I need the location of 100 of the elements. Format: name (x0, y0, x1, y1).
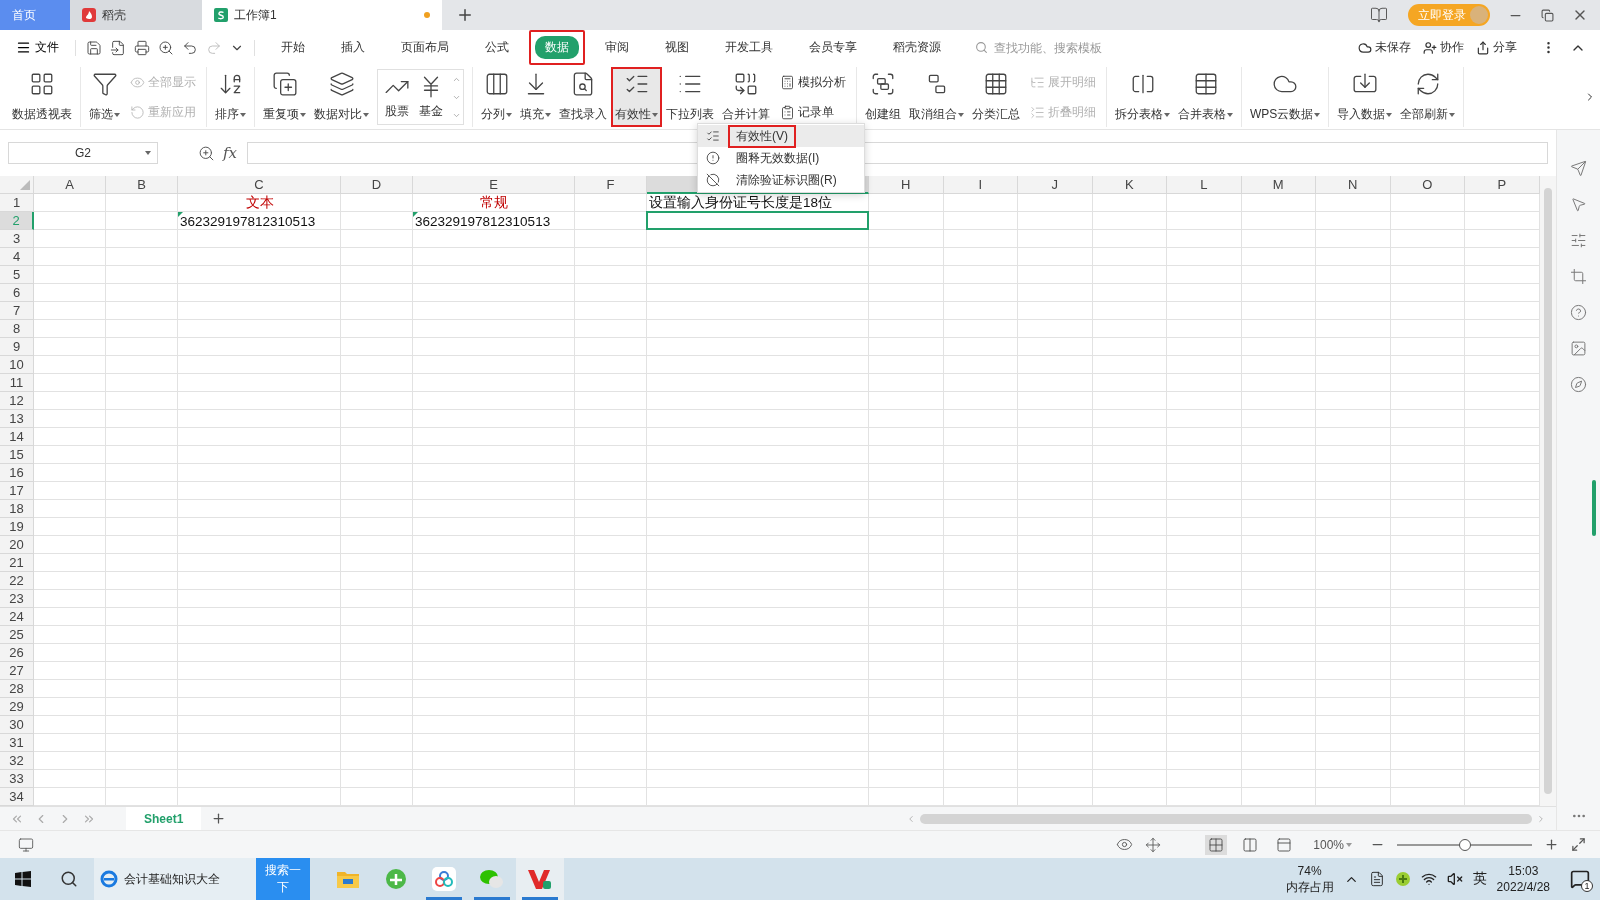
document-tab[interactable]: 稻壳 (70, 0, 202, 30)
column-header[interactable]: N (1316, 176, 1391, 194)
row-header[interactable]: 29 (0, 698, 34, 716)
ribbon-button[interactable]: 下拉列表 (662, 67, 718, 127)
view-button[interactable] (1205, 834, 1228, 855)
row-header[interactable]: 21 (0, 554, 34, 572)
ribbon-button[interactable]: WPS云数据 (1246, 67, 1325, 127)
zoom-icon[interactable] (198, 144, 215, 162)
toolbar-button[interactable]: 分享 (1472, 37, 1521, 58)
row-header[interactable]: 3 (0, 230, 34, 248)
preview-icon[interactable] (158, 39, 174, 56)
row-header[interactable]: 13 (0, 410, 34, 428)
help-icon[interactable] (1570, 304, 1587, 321)
column-header[interactable]: B (106, 176, 178, 194)
menu-tab[interactable]: 开发工具 (709, 30, 789, 65)
print-icon[interactable] (134, 39, 150, 56)
macro-icon[interactable] (18, 836, 34, 853)
column-header[interactable]: O (1390, 176, 1465, 194)
row-header[interactable]: 11 (0, 374, 34, 392)
row-header[interactable]: 32 (0, 752, 34, 770)
column-header[interactable]: C (178, 176, 341, 194)
fullscreen-icon[interactable] (1571, 837, 1586, 852)
ribbon-button[interactable]: 合并表格 (1174, 67, 1237, 127)
document-icon[interactable] (1368, 871, 1385, 887)
row-header[interactable]: 19 (0, 518, 34, 536)
row-header[interactable]: 25 (0, 626, 34, 644)
row-header[interactable]: 6 (0, 284, 34, 302)
row-header[interactable]: 9 (0, 338, 34, 356)
search-field[interactable]: 会计基础知识大全 (94, 858, 256, 900)
row-header[interactable]: 8 (0, 320, 34, 338)
column-header[interactable]: E (413, 176, 575, 194)
row-header[interactable]: 1 (0, 194, 34, 212)
wifi-icon[interactable] (1420, 871, 1437, 887)
search-icon[interactable] (60, 870, 78, 888)
column-header[interactable]: F (575, 176, 647, 194)
ribbon-button[interactable]: 排序 (211, 67, 250, 127)
document-tab[interactable]: 工作簿1 (202, 0, 442, 30)
pointer-icon[interactable] (1570, 196, 1587, 213)
send-icon[interactable] (1570, 160, 1587, 177)
column-header[interactable]: D (341, 176, 413, 194)
crop-icon[interactable] (1570, 268, 1587, 285)
column-header[interactable]: K (1092, 176, 1167, 194)
menu-tab[interactable]: 插入 (325, 30, 381, 65)
ribbon-button[interactable]: 模拟分析 (778, 71, 848, 93)
vertical-scrollbar[interactable] (1540, 176, 1556, 806)
row-header[interactable]: 20 (0, 536, 34, 554)
column-header[interactable]: M (1241, 176, 1316, 194)
zoom-dropdown[interactable]: 100% (1307, 836, 1358, 853)
add-sheet-icon[interactable] (211, 811, 227, 826)
ribbon-button[interactable]: 合并计算 (718, 67, 774, 127)
notification-icon[interactable] (1570, 869, 1590, 889)
memory-indicator[interactable]: 74% 内存占用 (1285, 863, 1334, 895)
row-header[interactable]: 31 (0, 734, 34, 752)
row-header[interactable]: 14 (0, 428, 34, 446)
row-header[interactable]: 34 (0, 788, 34, 806)
slider-thumb[interactable] (1458, 838, 1471, 851)
row-header[interactable]: 18 (0, 500, 34, 518)
ribbon-button[interactable]: 查找录入 (555, 67, 611, 127)
row-header[interactable]: 30 (0, 716, 34, 734)
row-header[interactable]: 27 (0, 662, 34, 680)
active-cell[interactable] (646, 211, 869, 230)
plus-circle-icon[interactable] (1394, 871, 1411, 887)
column-header[interactable]: L (1167, 176, 1242, 194)
search-field[interactable]: 查找功能、搜索模板 (975, 39, 1152, 56)
row-header[interactable]: 4 (0, 248, 34, 266)
menu-tab[interactable]: 会员专享 (793, 30, 873, 65)
row-header[interactable]: 24 (0, 608, 34, 626)
row-header[interactable]: 17 (0, 482, 34, 500)
ribbon-button[interactable]: 取消组合 (905, 67, 968, 127)
name-box[interactable]: G2 (8, 142, 158, 164)
row-header[interactable]: 7 (0, 302, 34, 320)
ribbon-button[interactable]: 数据对比 (310, 67, 373, 127)
ribbon-button[interactable]: 筛选 (85, 67, 124, 127)
new-tab-icon[interactable] (456, 6, 474, 24)
crosshair-icon[interactable] (1145, 836, 1162, 853)
ribbon-button[interactable]: 拆分表格 (1111, 67, 1174, 127)
ribbon-button[interactable]: 填充 (516, 67, 555, 127)
ribbon-button[interactable]: 分类汇总 (968, 67, 1024, 127)
row-header[interactable]: 16 (0, 464, 34, 482)
row-header[interactable]: 10 (0, 356, 34, 374)
toolbar-button[interactable]: 协作 (1419, 37, 1468, 58)
column-header[interactable]: I (943, 176, 1018, 194)
volume-muted-icon[interactable] (1446, 871, 1463, 887)
ribbon-button[interactable]: 导入数据 (1333, 67, 1397, 127)
sliders-icon[interactable] (1570, 232, 1587, 249)
column-header[interactable]: J (1018, 176, 1093, 194)
ribbon-button[interactable]: 有效性 (611, 67, 662, 127)
ribbon-button[interactable]: 基金 (414, 70, 448, 124)
ribbon-button[interactable]: 股票 (380, 70, 414, 124)
ribbon-button[interactable]: 全部刷新 (1396, 67, 1460, 127)
clock[interactable]: 15:03 2022/4/28 (1496, 863, 1550, 895)
zoom-in-icon[interactable] (1544, 837, 1559, 852)
ribbon-button[interactable]: 数据透视表 (8, 67, 76, 127)
file-menu[interactable]: 文件 (10, 37, 65, 58)
row-header[interactable]: 15 (0, 446, 34, 464)
ribbon-button[interactable]: 分列 (477, 67, 516, 127)
row-header[interactable]: 5 (0, 266, 34, 284)
taskbar-app[interactable] (516, 858, 564, 900)
row-header[interactable]: 23 (0, 590, 34, 608)
eye-icon[interactable] (1116, 836, 1134, 853)
